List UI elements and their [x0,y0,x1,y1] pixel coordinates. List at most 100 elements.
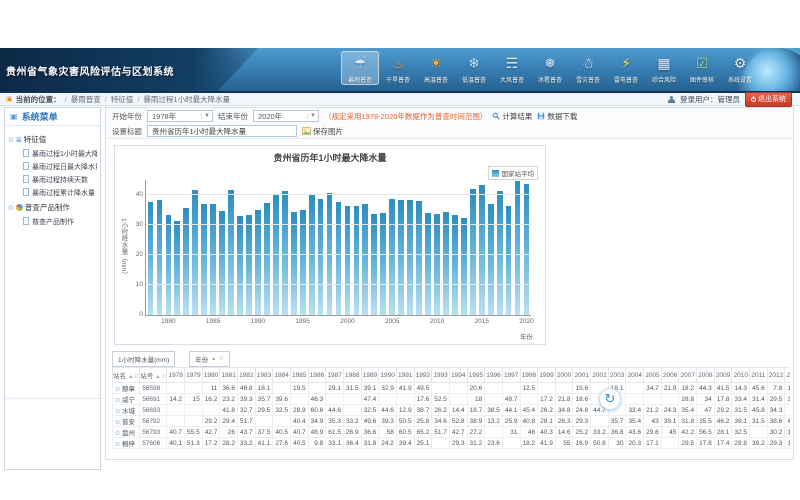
col-year-1982[interactable]: 1982 [238,368,256,383]
station-name-cell: ⊙桐梓 [113,438,140,449]
expand-icon[interactable]: ⊙ [8,137,14,144]
col-year-1985[interactable]: 1985 [290,368,308,383]
row-expand-icon[interactable]: ⊙ [115,387,120,393]
wind-icon: ☴ [493,53,531,74]
row-expand-icon[interactable]: ⊙ [115,409,120,415]
col-year-1999[interactable]: 1999 [538,368,556,383]
logout-button[interactable]: 退出系统 [745,92,792,107]
bar-1989 [246,215,252,315]
breadcrumb-item[interactable]: 特征值 [111,95,134,104]
col-year-1987[interactable]: 1987 [326,368,344,383]
col-year-1991[interactable]: 1991 [396,368,414,383]
col-year-2009[interactable]: 2009 [714,368,732,383]
col-year-2001[interactable]: 2001 [573,368,591,383]
nav-item-low-temp[interactable]: ❄低温普查 [455,51,493,85]
col-year-2007[interactable]: 2007 [679,368,697,383]
value-cell: 50.8 [591,438,609,449]
expand-icon[interactable]: ⊙ [8,205,14,212]
col-year-2011[interactable]: 2011 [750,368,768,383]
tree-item[interactable]: 暴雨过程1小时最大降水量 [8,147,97,160]
tree-item[interactable]: 暴雨过程持续天数 [8,173,97,186]
row-expand-icon[interactable]: ⊙ [115,398,120,404]
nav-item-drought[interactable]: ♨干旱普查 [379,51,417,85]
col-year-2013[interactable]: 2013 [785,368,790,383]
breadcrumb-prefix: 当前的位置： [16,94,61,105]
end-year-select[interactable]: 2020年▼ [253,110,319,122]
col-year-2010[interactable]: 2010 [732,368,750,383]
row-expand-icon[interactable]: ⊙ [115,420,120,426]
nav-item-rainstorm[interactable]: ☔暴雨普查 [341,51,379,85]
col-year-1986[interactable]: 1986 [308,368,326,383]
nav-item-risk-calculator[interactable]: ▦综合风险 [645,51,683,85]
value-cell: 40.4 [290,416,308,427]
col-year-2005[interactable]: 2005 [644,368,662,383]
col-year-1997[interactable]: 1997 [502,368,520,383]
col-year-2002[interactable]: 2002 [591,368,609,383]
col-year-2012[interactable]: 2012 [767,368,785,383]
nav-item-lightning[interactable]: ⚡雷电普查 [607,51,645,85]
col-year-1990[interactable]: 1990 [379,368,397,383]
nav-item-high-temp[interactable]: ☀高温普查 [417,51,455,85]
nav-item-snow[interactable]: ☃雪灾普查 [569,51,607,85]
nav-item-map-audit[interactable]: ☑图件审核 [683,51,721,85]
bar-2007 [407,200,413,315]
breadcrumb-item[interactable]: 暴雨普查 [71,95,101,104]
col-station-id[interactable]: 站号 ▲▽ [140,368,167,383]
col-year-1978[interactable]: 1978 [167,368,185,383]
col-year-1983[interactable]: 1983 [255,368,273,383]
bar-2008 [416,201,422,315]
nav-item-wind[interactable]: ☴大风普查 [493,51,531,85]
breadcrumb-item[interactable]: 暴雨过程1小时最大降水量 [143,95,230,104]
col-year-2003[interactable]: 2003 [608,368,626,383]
col-year-1993[interactable]: 1993 [432,368,450,383]
nav-item-hail[interactable]: ❅冰雹普查 [531,51,569,85]
chevron-down-icon: ▼ [307,113,316,119]
value-cell: 45.8 [750,405,768,416]
col-year-2008[interactable]: 2008 [697,368,715,383]
nav-item-settings-wrench[interactable]: ⚙系统设置 [721,51,759,85]
tree-item[interactable]: 暴雨过程累计降水量 [8,186,97,199]
tree-group-pie[interactable]: ⊙普查产品制作 [8,202,97,213]
col-year-1989[interactable]: 1989 [361,368,379,383]
data-download-button[interactable]: 数据下载 [537,111,577,122]
bar-2009 [425,213,431,315]
col-year-2006[interactable]: 2006 [661,368,679,383]
save-image-button[interactable]: 保存图片 [302,126,343,137]
year-sort-chip[interactable]: 年份 ▲ ▽ [189,351,230,367]
start-year-select[interactable]: 1978年▼ [147,110,213,122]
col-year-1984[interactable]: 1984 [273,368,291,383]
value-cell: 17.8 [697,438,715,449]
col-year-1979[interactable]: 1979 [185,368,203,383]
row-expand-icon[interactable]: ⊙ [115,442,120,448]
sort-icons[interactable]: ▲▽ [153,374,166,380]
col-year-1988[interactable]: 1988 [343,368,361,383]
col-year-2000[interactable]: 2000 [555,368,573,383]
value-cell: 44.1 [502,405,520,416]
col-year-1995[interactable]: 1995 [467,368,485,383]
tree-item[interactable]: 暴雨过程日最大降水量 [8,160,97,173]
col-station-name[interactable]: 站名 ▲▽ [113,368,140,383]
sort-icons[interactable]: ▲ ▽ [211,356,224,362]
col-year-1998[interactable]: 1998 [520,368,538,383]
col-year-2004[interactable]: 2004 [626,368,644,383]
snow-icon: ☃ [569,53,607,74]
col-year-1980[interactable]: 1980 [202,368,220,383]
refresh-button[interactable]: ↻ [599,388,621,410]
value-cell: 49.5 [414,383,432,394]
calc-result-button[interactable]: 计算结果 [492,111,532,122]
col-year-1981[interactable]: 1981 [220,368,238,383]
chevron-down-icon: ▼ [201,113,210,119]
value-cell: 30.2 [767,427,785,438]
station-table-wrap[interactable]: 站名 ▲▽站号 ▲▽197819791980198119821983198419… [112,367,790,457]
row-expand-icon[interactable]: ⊙ [115,431,120,437]
col-year-1996[interactable]: 1996 [485,368,503,383]
col-year-1994[interactable]: 1994 [449,368,467,383]
end-year-label: 结束年份 [218,111,248,122]
value-cell: 32.5 [361,405,379,416]
sort-icons[interactable]: ▲▽ [126,374,139,380]
chart-title-input[interactable] [147,125,297,137]
table-row: ⊙盘州5679340.755.542.72643.737.540.540.748… [113,427,791,438]
col-year-1992[interactable]: 1992 [414,368,432,383]
tree-group-list[interactable]: ⊙≣特征值 [8,134,97,145]
tree-item[interactable]: 普查产品制作 [8,215,97,228]
